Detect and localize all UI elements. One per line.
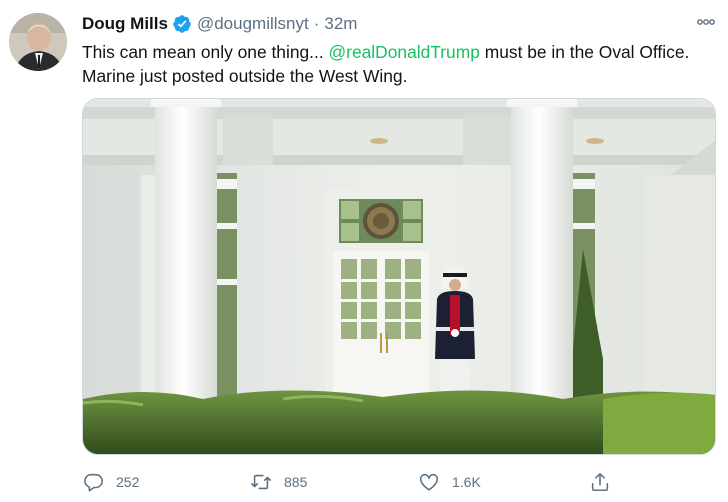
author-name[interactable]: Doug Mills	[82, 14, 168, 34]
reply-count: 252	[116, 474, 140, 490]
tweet-timestamp[interactable]: 32m	[324, 14, 357, 34]
like-button[interactable]: 1.6K	[418, 468, 481, 496]
tweet-actions: 252 885 1.6K	[82, 468, 622, 496]
retweet-count: 885	[284, 474, 308, 490]
share-icon	[591, 472, 609, 492]
tweet-text: This can mean only one thing... @realDon…	[82, 40, 702, 88]
reply-icon	[84, 473, 103, 492]
author-handle[interactable]: @dougmillsnyt	[197, 14, 309, 34]
retweet-icon	[251, 474, 271, 490]
retweet-button[interactable]: 885	[250, 468, 307, 496]
more-options-icon[interactable]	[696, 12, 716, 32]
tweet-header: Doug Mills @dougmillsnyt · 32m	[82, 13, 357, 35]
mention-link[interactable]: @realDonaldTrump	[329, 42, 480, 62]
tweet-text-start: This can mean only one thing...	[82, 42, 329, 62]
tweet-photo[interactable]	[82, 98, 716, 455]
header-separator: ·	[313, 14, 320, 33]
verified-badge-icon	[173, 15, 191, 33]
like-heart-icon	[419, 473, 439, 491]
reply-button[interactable]: 252	[82, 468, 139, 496]
author-avatar[interactable]	[9, 13, 67, 71]
share-button[interactable]	[589, 468, 623, 496]
like-count: 1.6K	[452, 474, 481, 490]
